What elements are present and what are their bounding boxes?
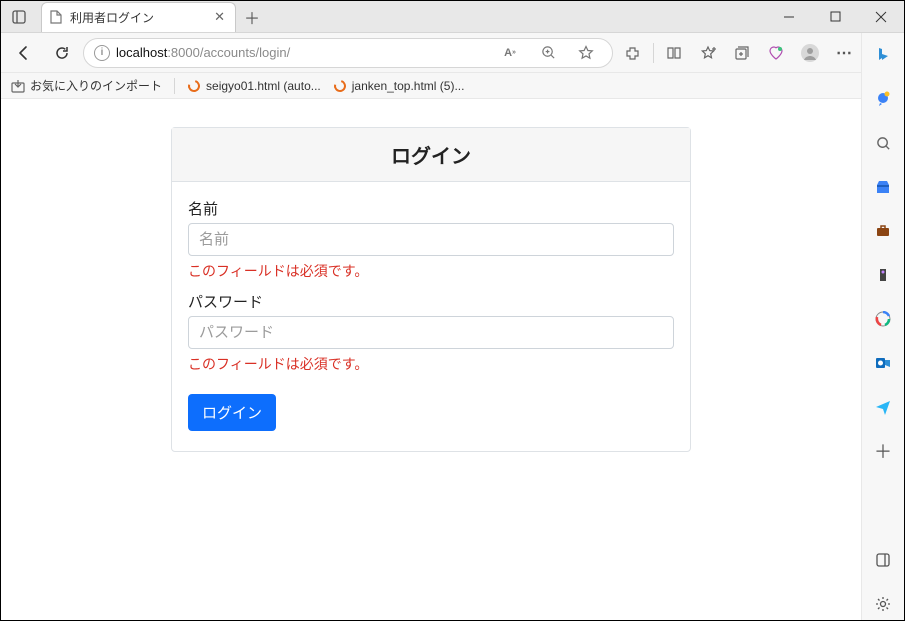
- side-search-icon[interactable]: [867, 127, 899, 159]
- bookmark-label-1: seigyo01.html (auto...: [206, 79, 321, 93]
- password-error: このフィールドは必須です。: [188, 354, 674, 374]
- bookmark-label-2: janken_top.html (5)...: [352, 79, 465, 93]
- browser-tab[interactable]: 利用者ログイン ✕: [41, 2, 236, 32]
- bookmark-item-2[interactable]: janken_top.html (5)...: [333, 79, 465, 93]
- login-button[interactable]: ログイン: [188, 394, 276, 431]
- refresh-button[interactable]: [45, 36, 79, 70]
- side-shopping-icon[interactable]: [867, 171, 899, 203]
- reader-icon[interactable]: [658, 37, 690, 69]
- bookmark-item-1[interactable]: seigyo01.html (auto...: [187, 79, 321, 93]
- url-host: localhost:8000/accounts/login/: [116, 45, 290, 60]
- collections-icon[interactable]: [726, 37, 758, 69]
- toolbar-divider: [653, 43, 654, 63]
- profile-icon[interactable]: [794, 37, 826, 69]
- favorites-icon[interactable]: [692, 37, 724, 69]
- name-input[interactable]: [188, 223, 674, 256]
- name-label: 名前: [188, 198, 674, 219]
- new-tab-button[interactable]: ＋: [236, 5, 268, 29]
- close-tab-icon[interactable]: ✕: [210, 9, 229, 25]
- login-title: ログイン: [172, 128, 690, 182]
- side-send-icon[interactable]: [867, 391, 899, 423]
- side-bing-icon[interactable]: [867, 39, 899, 71]
- edge-sidebar: ＋: [861, 33, 904, 620]
- bookmarks-divider: [174, 78, 175, 94]
- page-viewport: ログイン 名前 このフィールドは必須です。 パスワード このフィールドは必須です…: [1, 99, 861, 620]
- window-close-icon[interactable]: [858, 1, 904, 33]
- side-settings-icon[interactable]: [867, 588, 899, 620]
- import-icon: [11, 79, 25, 93]
- read-aloud-icon[interactable]: A»: [494, 37, 526, 69]
- favorite-star-icon[interactable]: [570, 37, 602, 69]
- window-minimize-icon[interactable]: [766, 1, 812, 33]
- extensions-icon[interactable]: [617, 37, 649, 69]
- password-field: パスワード このフィールドは必須です。: [188, 291, 674, 374]
- bookmark-icon-2: [333, 79, 347, 93]
- import-favorites-label: お気に入りのインポート: [30, 77, 162, 94]
- side-office-icon[interactable]: [867, 303, 899, 335]
- name-field: 名前 このフィールドは必須です。: [188, 198, 674, 281]
- password-label: パスワード: [188, 291, 674, 312]
- side-games-icon[interactable]: [867, 259, 899, 291]
- bookmarks-bar: お気に入りのインポート seigyo01.html (auto... janke…: [1, 73, 904, 99]
- login-card: ログイン 名前 このフィールドは必須です。 パスワード このフィールドは必須です…: [171, 127, 691, 452]
- window-maximize-icon[interactable]: [812, 1, 858, 33]
- side-outlook-icon[interactable]: [867, 347, 899, 379]
- tab-actions-icon[interactable]: [1, 1, 37, 33]
- side-tools-icon[interactable]: [867, 215, 899, 247]
- zoom-icon[interactable]: [532, 37, 564, 69]
- page-icon: [50, 10, 64, 24]
- side-panel-icon[interactable]: [867, 544, 899, 576]
- site-info-icon[interactable]: i: [94, 45, 110, 61]
- tab-title: 利用者ログイン: [70, 9, 204, 26]
- address-bar: i localhost:8000/accounts/login/ A»: [1, 33, 904, 73]
- wellness-icon[interactable]: [760, 37, 792, 69]
- more-icon[interactable]: ⋯: [828, 37, 860, 69]
- side-add-icon[interactable]: ＋: [867, 435, 899, 467]
- name-error: このフィールドは必須です。: [188, 261, 674, 281]
- password-input[interactable]: [188, 316, 674, 349]
- side-chat-icon[interactable]: [867, 83, 899, 115]
- window-titlebar: 利用者ログイン ✕ ＋: [1, 1, 904, 33]
- import-favorites-link[interactable]: お気に入りのインポート: [11, 77, 162, 94]
- bookmark-icon-1: [187, 79, 201, 93]
- url-input[interactable]: i localhost:8000/accounts/login/ A»: [83, 38, 613, 68]
- back-button[interactable]: [7, 36, 41, 70]
